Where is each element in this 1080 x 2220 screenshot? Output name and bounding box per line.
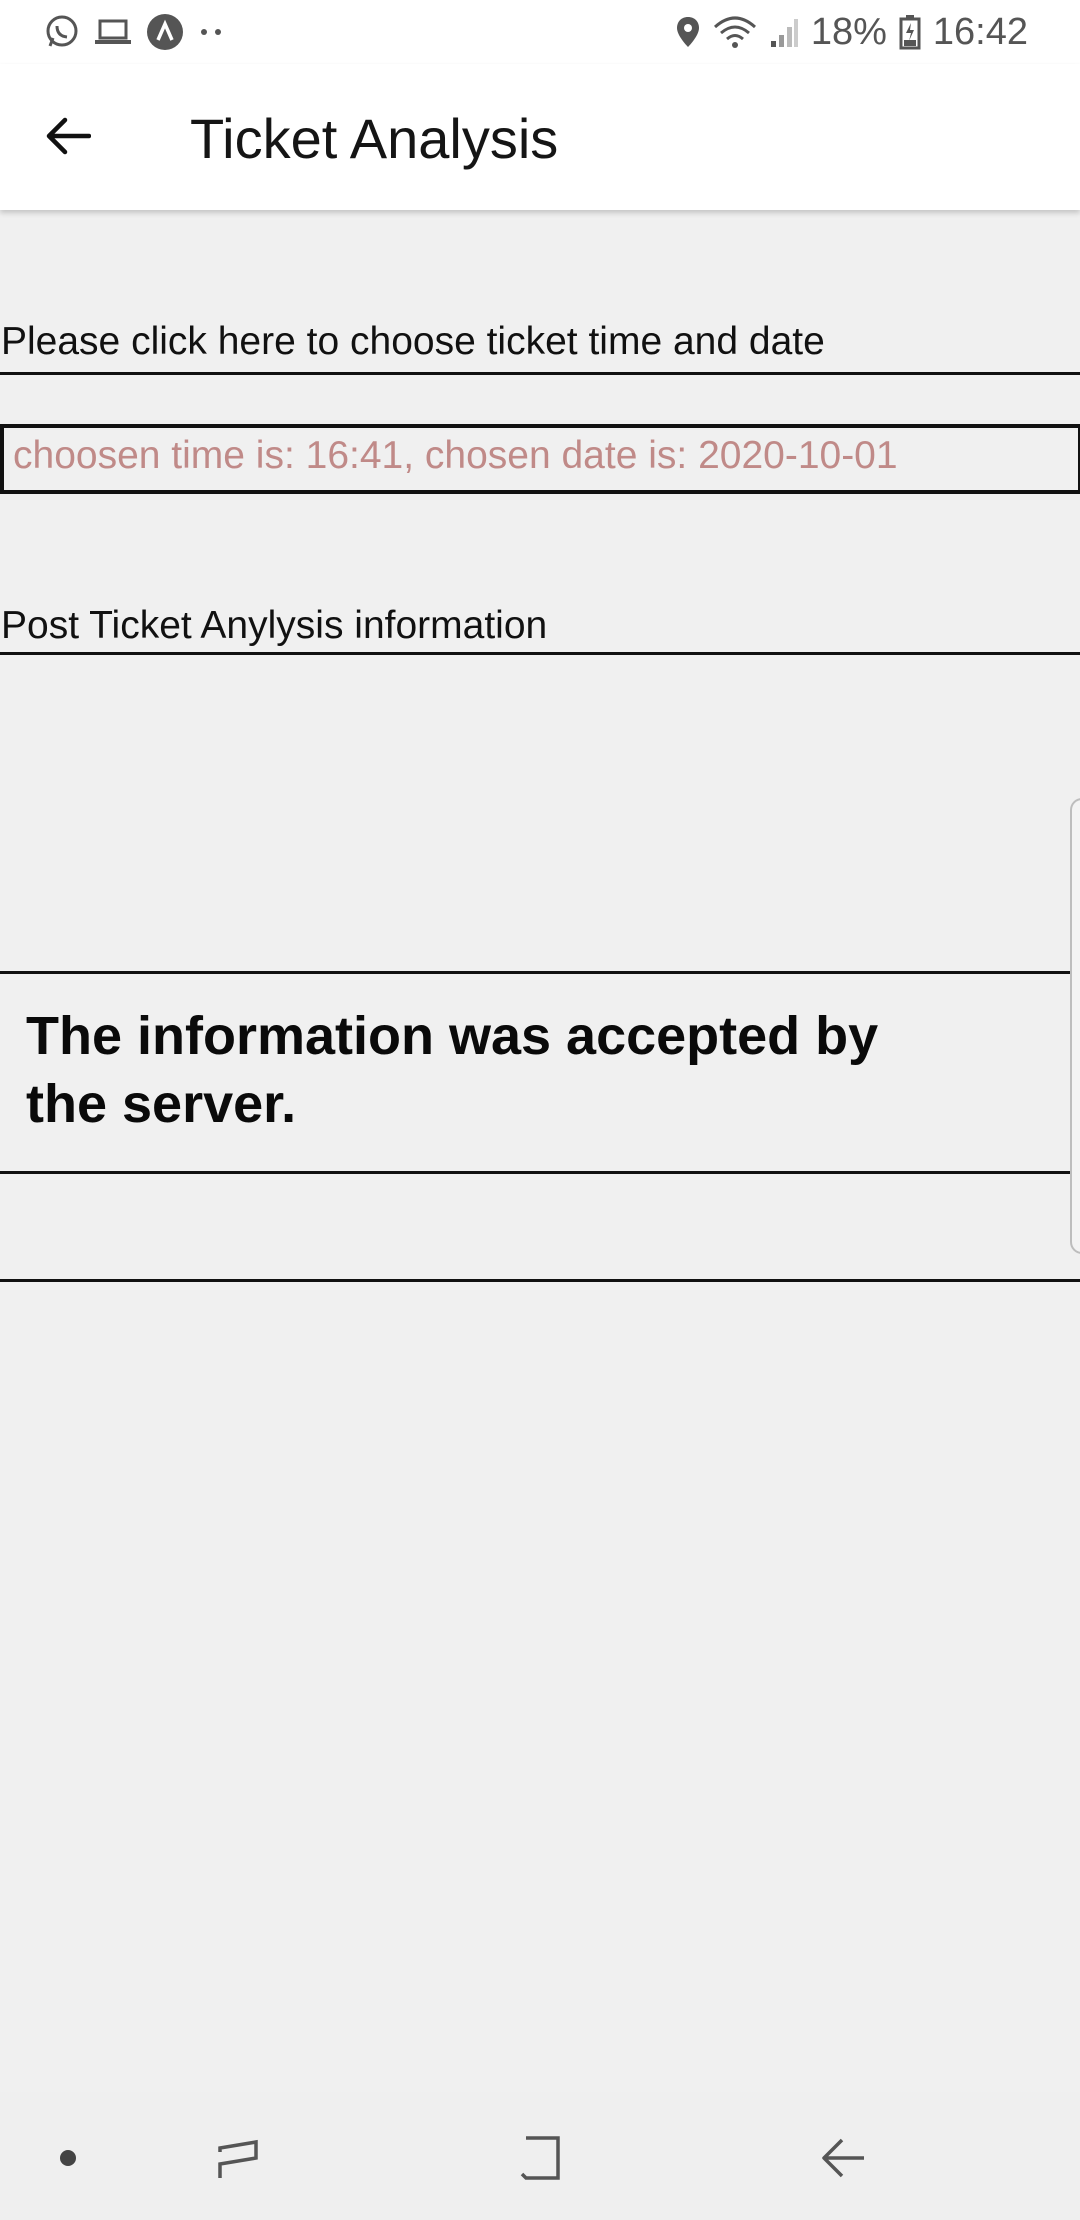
back-icon xyxy=(822,2138,864,2178)
app-a-icon xyxy=(146,13,184,51)
nav-dot-button[interactable] xyxy=(38,2128,98,2188)
divider xyxy=(0,1171,1080,1174)
status-left-icons xyxy=(44,10,226,54)
post-ticket-analysis-button[interactable]: Post Ticket Anylysis information xyxy=(0,600,1080,655)
recents-icon xyxy=(218,2139,258,2178)
navigation-bar xyxy=(0,2092,1080,2220)
battery-icon xyxy=(899,14,921,50)
chosen-time-date-text: choosen time is: 16:41, chosen date is: … xyxy=(13,434,898,477)
chosen-time-date-field[interactable]: choosen time is: 16:41, chosen date is: … xyxy=(0,424,1080,494)
app-bar: Ticket Analysis xyxy=(0,64,1080,210)
location-icon xyxy=(675,15,701,49)
edge-panel-handle[interactable] xyxy=(1070,798,1080,1254)
dot-icon xyxy=(60,2150,76,2166)
clock: 16:42 xyxy=(932,10,1028,53)
home-icon xyxy=(520,2136,560,2180)
page-title: Ticket Analysis xyxy=(190,107,559,170)
nav-home-button[interactable] xyxy=(510,2128,570,2188)
divider xyxy=(0,1279,1080,1282)
post-ticket-analysis-label: Post Ticket Anylysis information xyxy=(1,604,548,647)
status-right-icons: 18% 16:42 xyxy=(675,8,1028,56)
divider xyxy=(0,971,1080,974)
nav-recents-button[interactable] xyxy=(208,2128,268,2188)
arrow-left-icon xyxy=(46,117,91,155)
whatsapp-icon xyxy=(44,14,80,50)
laptop-icon xyxy=(94,16,132,48)
back-button[interactable] xyxy=(36,104,100,168)
more-dots-icon xyxy=(198,26,226,38)
server-response-text: The information was accepted by the serv… xyxy=(26,1006,879,1134)
signal-icon xyxy=(769,15,799,49)
wifi-icon xyxy=(713,15,757,49)
choose-time-date-button[interactable]: Please click here to choose ticket time … xyxy=(0,316,1080,375)
nav-back-button[interactable] xyxy=(814,2128,874,2188)
status-bar: 18% 16:42 xyxy=(0,0,1080,64)
choose-time-date-label: Please click here to choose ticket time … xyxy=(1,320,825,363)
battery-percent: 18% xyxy=(810,10,887,53)
